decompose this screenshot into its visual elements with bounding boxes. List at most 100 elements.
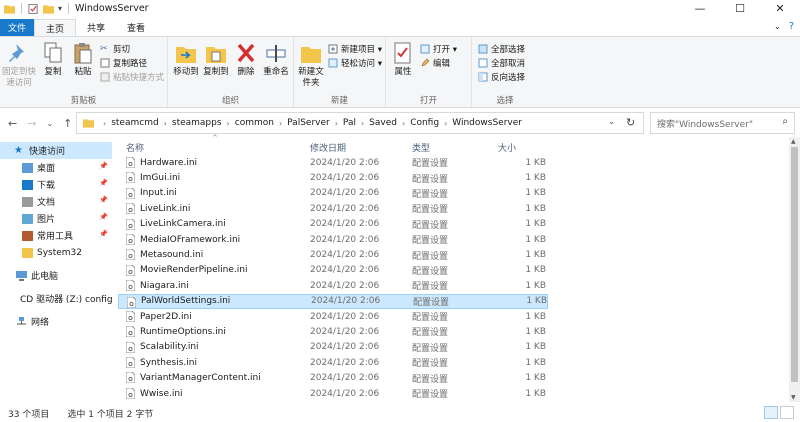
scroll-down-icon[interactable]: ▼: [791, 394, 796, 401]
paste-label: 粘贴: [74, 67, 92, 77]
breadcrumb-item[interactable]: PalServer: [287, 118, 330, 128]
column-header-name[interactable]: 名称: [126, 141, 144, 154]
breadcrumb-item[interactable]: steamapps: [172, 118, 222, 128]
file-size: 1 KB: [526, 296, 547, 307]
breadcrumb-item[interactable]: Config: [410, 118, 439, 128]
tab-home[interactable]: 主页: [34, 19, 77, 36]
search-placeholder: 搜索"WindowsServer": [657, 119, 753, 130]
file-row[interactable]: LiveLink.ini 2024/1/20 2:06 配置设置 1 KB: [118, 201, 790, 216]
column-header-size[interactable]: 大小: [498, 141, 516, 154]
breadcrumb-item[interactable]: Saved: [369, 118, 397, 128]
paste-shortcut-button[interactable]: 粘贴快捷方式: [100, 71, 164, 83]
nav-cd-drive[interactable]: CD 驱动器 (Z:) config: [0, 290, 112, 307]
folder-icon: [22, 247, 33, 258]
breadcrumb-item[interactable]: WindowsServer: [452, 118, 522, 128]
edit-button[interactable]: 编辑: [420, 57, 450, 69]
open-button[interactable]: 打开 ▾: [420, 43, 457, 55]
nav-item[interactable]: 图片 📌: [0, 210, 112, 227]
column-header-date[interactable]: 修改日期: [310, 141, 346, 154]
tab-file[interactable]: 文件: [0, 19, 34, 36]
breadcrumb-separator[interactable]: ›: [402, 119, 405, 128]
invert-selection-button[interactable]: 反向选择: [478, 71, 525, 83]
tab-share[interactable]: 共享: [76, 19, 116, 36]
move-to-button[interactable]: 移动到: [172, 41, 200, 78]
details-view-icon[interactable]: [764, 406, 778, 419]
back-arrow-icon[interactable]: ←: [8, 117, 17, 130]
pin-icon[interactable]: 📌: [99, 162, 108, 170]
file-row[interactable]: Niagara.ini 2024/1/20 2:06 配置设置 1 KB: [118, 278, 790, 293]
file-row[interactable]: Input.ini 2024/1/20 2:06 配置设置 1 KB: [118, 186, 790, 201]
nav-item[interactable]: 桌面 📌: [0, 159, 112, 176]
breadcrumb-item[interactable]: steamcmd: [111, 118, 158, 128]
breadcrumb-item[interactable]: common: [235, 118, 274, 128]
nav-quick-access[interactable]: ★ 快速访问: [0, 142, 112, 159]
nav-item[interactable]: System32: [0, 244, 112, 261]
easy-access-button[interactable]: 轻松访问 ▾: [328, 57, 382, 69]
search-box[interactable]: 搜索"WindowsServer" ⌕: [650, 112, 795, 134]
close-button[interactable]: ✕: [760, 0, 800, 17]
forward-arrow-icon[interactable]: →: [27, 117, 36, 130]
select-none-button[interactable]: 全部取消: [478, 57, 525, 69]
tab-view[interactable]: 查看: [116, 19, 156, 36]
file-type: 配置设置: [412, 343, 449, 354]
file-row[interactable]: MediaIOFramework.ini 2024/1/20 2:06 配置设置 1 …: [118, 232, 790, 247]
column-header-type[interactable]: 类型: [412, 141, 430, 154]
file-row[interactable]: Paper2D.ini 2024/1/20 2:06 配置设置 1 KB: [118, 309, 790, 324]
copy-button[interactable]: 复制: [40, 41, 66, 78]
customize-toolbar-icon[interactable]: ▾: [58, 4, 62, 13]
address-dropdown-icon[interactable]: ⌄: [608, 117, 615, 126]
file-row[interactable]: Scalability.ini 2024/1/20 2:06 配置设置 1 KB: [118, 340, 790, 355]
breadcrumb-separator[interactable]: ›: [279, 119, 282, 128]
file-row[interactable]: VariantManagerContent.ini 2024/1/20 2:06 配…: [118, 370, 790, 385]
breadcrumb-separator[interactable]: ›: [227, 119, 230, 128]
nav-item[interactable]: 常用工具 📌: [0, 227, 112, 244]
new-folder-icon[interactable]: [43, 4, 54, 14]
delete-button[interactable]: 删除: [234, 41, 258, 78]
nav-this-pc[interactable]: 此电脑: [0, 267, 112, 284]
scroll-up-icon[interactable]: ▲: [791, 138, 796, 145]
nav-network[interactable]: 网络: [0, 313, 112, 330]
rename-button[interactable]: 重命名: [262, 41, 290, 78]
file-row[interactable]: Hardware.ini 2024/1/20 2:06 配置设置 1 KB: [118, 155, 790, 170]
breadcrumb-separator[interactable]: ›: [335, 119, 338, 128]
breadcrumb-separator[interactable]: ›: [361, 119, 364, 128]
up-arrow-icon[interactable]: ↑: [63, 117, 72, 130]
recent-chevron-icon[interactable]: ⌄: [46, 119, 53, 128]
breadcrumb-separator[interactable]: ›: [164, 119, 167, 128]
file-row[interactable]: Metasound.ini 2024/1/20 2:06 配置设置 1 KB: [118, 247, 790, 262]
new-folder-button[interactable]: 新建文件夹: [298, 41, 324, 89]
properties-button[interactable]: 属性: [390, 41, 416, 78]
collapse-ribbon-icon[interactable]: ⌄: [774, 22, 781, 31]
nav-item[interactable]: 文档 📌: [0, 193, 112, 210]
file-row[interactable]: MovieRenderPipeline.ini 2024/1/20 2:06 配置设…: [118, 263, 790, 278]
pin-quick-access-button[interactable]: 固定到快速访问: [2, 41, 36, 89]
file-row[interactable]: RuntimeOptions.ini 2024/1/20 2:06 配置设置 1 KB: [118, 324, 790, 339]
help-icon[interactable]: ?: [789, 21, 794, 32]
breadcrumb-separator[interactable]: ›: [444, 119, 447, 128]
breadcrumb-item[interactable]: Pal: [343, 118, 356, 128]
address-bar[interactable]: › steamcmd › steamapps › common › PalServer › Pa…: [76, 112, 644, 134]
pin-icon[interactable]: 📌: [99, 230, 108, 238]
copy-path-button[interactable]: 复制路径: [100, 57, 147, 69]
vertical-scrollbar[interactable]: ▲ ▼: [789, 137, 800, 402]
properties-check-icon[interactable]: [28, 3, 39, 14]
large-icons-view-icon[interactable]: [780, 406, 794, 419]
new-item-button[interactable]: 新建项目 ▾: [328, 43, 382, 55]
scrollbar-thumb[interactable]: [791, 147, 798, 382]
pin-icon[interactable]: 📌: [99, 179, 108, 187]
file-row[interactable]: Synthesis.ini 2024/1/20 2:06 配置设置 1 KB: [118, 355, 790, 370]
minimize-button[interactable]: —: [680, 0, 720, 17]
pin-icon[interactable]: 📌: [99, 213, 108, 221]
file-row[interactable]: LiveLinkCamera.ini 2024/1/20 2:06 配置设置 1 KB: [118, 217, 790, 232]
maximize-button[interactable]: ☐: [720, 0, 760, 17]
file-row[interactable]: PalWorldSettings.ini 2024/1/20 2:06 配置设置 1 …: [118, 293, 548, 309]
nav-item[interactable]: 下载 📌: [0, 176, 112, 193]
copy-to-button[interactable]: 复制到: [202, 41, 230, 78]
paste-button[interactable]: 粘贴: [70, 41, 96, 78]
cut-button[interactable]: ✂ 剪切: [100, 43, 130, 55]
select-all-button[interactable]: 全部选择: [478, 43, 525, 55]
pin-icon[interactable]: 📌: [99, 196, 108, 204]
file-row[interactable]: Wwise.ini 2024/1/20 2:06 配置设置 1 KB: [118, 386, 790, 401]
refresh-icon[interactable]: ↻: [626, 116, 635, 129]
file-row[interactable]: ImGui.ini 2024/1/20 2:06 配置设置 1 KB: [118, 170, 790, 185]
